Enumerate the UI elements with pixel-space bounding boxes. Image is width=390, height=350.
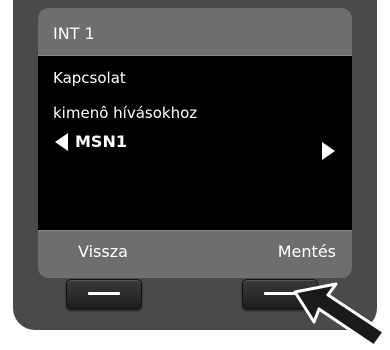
setting-label-line2: kimenô hívásokhoz (53, 104, 198, 122)
softkey-bar-mark (88, 292, 120, 295)
softkey-label-back: Vissza (78, 242, 128, 261)
value-selector[interactable]: MSN1 (38, 128, 352, 160)
header-bar: INT 1 (38, 8, 352, 56)
softkey-label-save: Mentés (277, 242, 336, 261)
selector-value: MSN1 (75, 132, 127, 151)
triangle-right-icon[interactable] (322, 142, 335, 160)
display-screen: INT 1 Kapcsolat kimenô hívásokhoz MSN1 V… (38, 8, 352, 278)
triangle-left-icon[interactable] (55, 133, 68, 151)
setting-label-line1: Kapcsolat (53, 69, 126, 87)
pointer-arrow-icon (293, 282, 386, 348)
header-title: INT 1 (53, 24, 95, 43)
left-softkey-button[interactable] (66, 279, 142, 309)
